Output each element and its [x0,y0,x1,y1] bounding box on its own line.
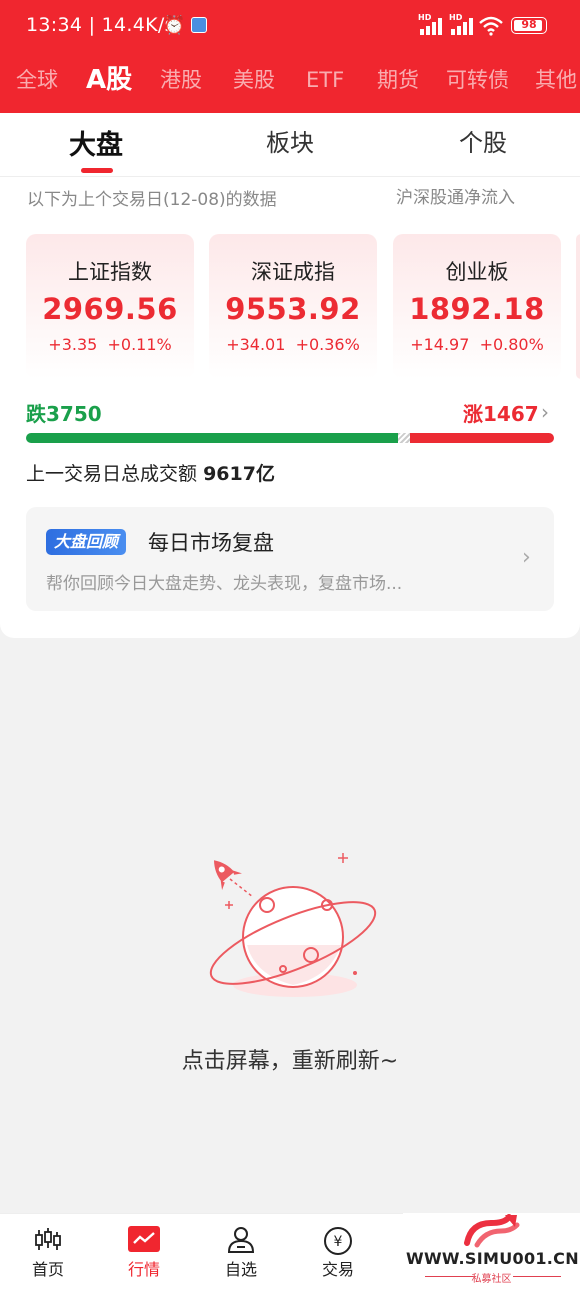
index-card-shenzhen[interactable]: 深证成指 9553.92 +34.01 +0.36% [209,234,377,379]
index-value: 2969.56 [42,292,178,326]
signal-strength-icon [420,17,446,35]
wifi-icon [479,16,503,36]
tab-us-stocks[interactable]: 美股 [233,58,275,102]
nav-label: 行情 [127,1260,160,1279]
status-bar: 13:34 | 14.4K/s ⏰ HD HD 98 [0,0,580,52]
chevron-right-icon[interactable]: › [541,400,549,424]
nav-label: 自选 [224,1260,257,1279]
market-tabs: 全球 A股 港股 美股 ETF 期货 可转债 其他 [0,58,580,102]
battery-icon: 98 [511,17,547,34]
tab-overall-market[interactable]: 大盘 [69,123,123,162]
index-change: +14.97 +0.80% [410,335,544,354]
index-name: 创业板 [445,260,509,284]
watermark-url: WWW.SIMU001.CN [406,1249,579,1268]
watermark-subtitle: 私募社区 [471,1274,512,1285]
tab-convertible-bonds[interactable]: 可转债 [446,58,509,102]
turnover-total: 上一交易日总成交额 9617亿 [26,463,275,485]
yuan-coin-icon: ¥ [324,1227,352,1255]
review-title: 每日市场复盘 [148,531,274,555]
tab-etf[interactable]: ETF [306,58,344,102]
nav-label: 首页 [31,1260,64,1279]
fall-count: 跌3750 [26,402,102,426]
tab-futures[interactable]: 期货 [377,58,419,102]
tab-others[interactable]: 其他 [535,58,577,102]
tab-a-shares[interactable]: A股 [86,58,132,102]
index-card-next[interactable] [576,234,580,379]
sub-tabs: 大盘 板块 个股 [0,113,580,173]
review-description: 帮你回顾今日大盘走势、龙头表现，复盘市场... [46,574,403,594]
rise-count[interactable]: 涨1467 [463,398,539,427]
index-change: +3.35 +0.11% [48,335,172,354]
watermark-logo [464,1214,520,1248]
divider [0,176,580,177]
nav-watchlist[interactable]: 自选 [193,1214,289,1289]
index-card-shanghai[interactable]: 上证指数 2969.56 +3.35 +0.11% [26,234,194,379]
active-tab-indicator [81,168,113,173]
nav-label: 交易 [321,1260,354,1279]
tab-individual-stocks[interactable]: 个股 [459,123,507,158]
index-name: 深证成指 [251,260,335,284]
tab-hk-stocks[interactable]: 港股 [160,58,202,102]
planet-rocket-illustration[interactable] [195,845,385,1005]
candlestick-icon [35,1228,61,1250]
alarm-icon: ⏰ [163,15,186,36]
breadth-bar [26,433,554,443]
chevron-right-icon: › [522,545,531,570]
user-watchlist-icon [227,1227,255,1253]
site-watermark: WWW.SIMU001.CN 私募社区 [403,1213,580,1289]
status-time: 13:34 | 14.4K/s [26,14,175,36]
app-notification-icon [191,17,207,33]
bar-separator [398,433,410,443]
top-header: 13:34 | 14.4K/s ⏰ HD HD 98 全球 A股 港股 美股 E… [0,0,580,113]
index-value: 9553.92 [225,292,361,326]
rise-bar-segment [410,433,554,443]
data-date-note: 以下为上个交易日(12-08)的数据 [27,190,277,210]
index-change: +34.01 +0.36% [226,335,360,354]
index-value: 1892.18 [409,292,545,326]
refresh-hint[interactable]: 点击屏幕，重新刷新~ [0,1043,580,1075]
market-chart-icon [128,1226,160,1252]
tab-global[interactable]: 全球 [16,58,58,102]
nav-home[interactable]: 首页 [0,1214,96,1289]
nav-trade[interactable]: ¥ 交易 [290,1214,386,1289]
index-card-chinext[interactable]: 创业板 1892.18 +14.97 +0.80% [393,234,561,379]
northbound-flow-label[interactable]: 沪深股通净流入 [396,183,515,208]
market-review-card[interactable]: 大盘回顾 每日市场复盘 帮你回顾今日大盘走势、龙头表现，复盘市场... › [26,507,554,611]
tab-sectors[interactable]: 板块 [266,123,314,158]
fall-bar-segment [26,433,398,443]
signal-strength-icon [451,17,477,35]
svg-text:¥: ¥ [334,1234,343,1250]
market-overview-panel: 大盘 板块 个股 以下为上个交易日(12-08)的数据 沪深股通净流入 上证指数… [0,113,580,638]
divider [513,1276,561,1277]
index-name: 上证指数 [68,260,152,284]
review-tag: 大盘回顾 [46,529,127,555]
nav-market[interactable]: 行情 [96,1214,192,1289]
